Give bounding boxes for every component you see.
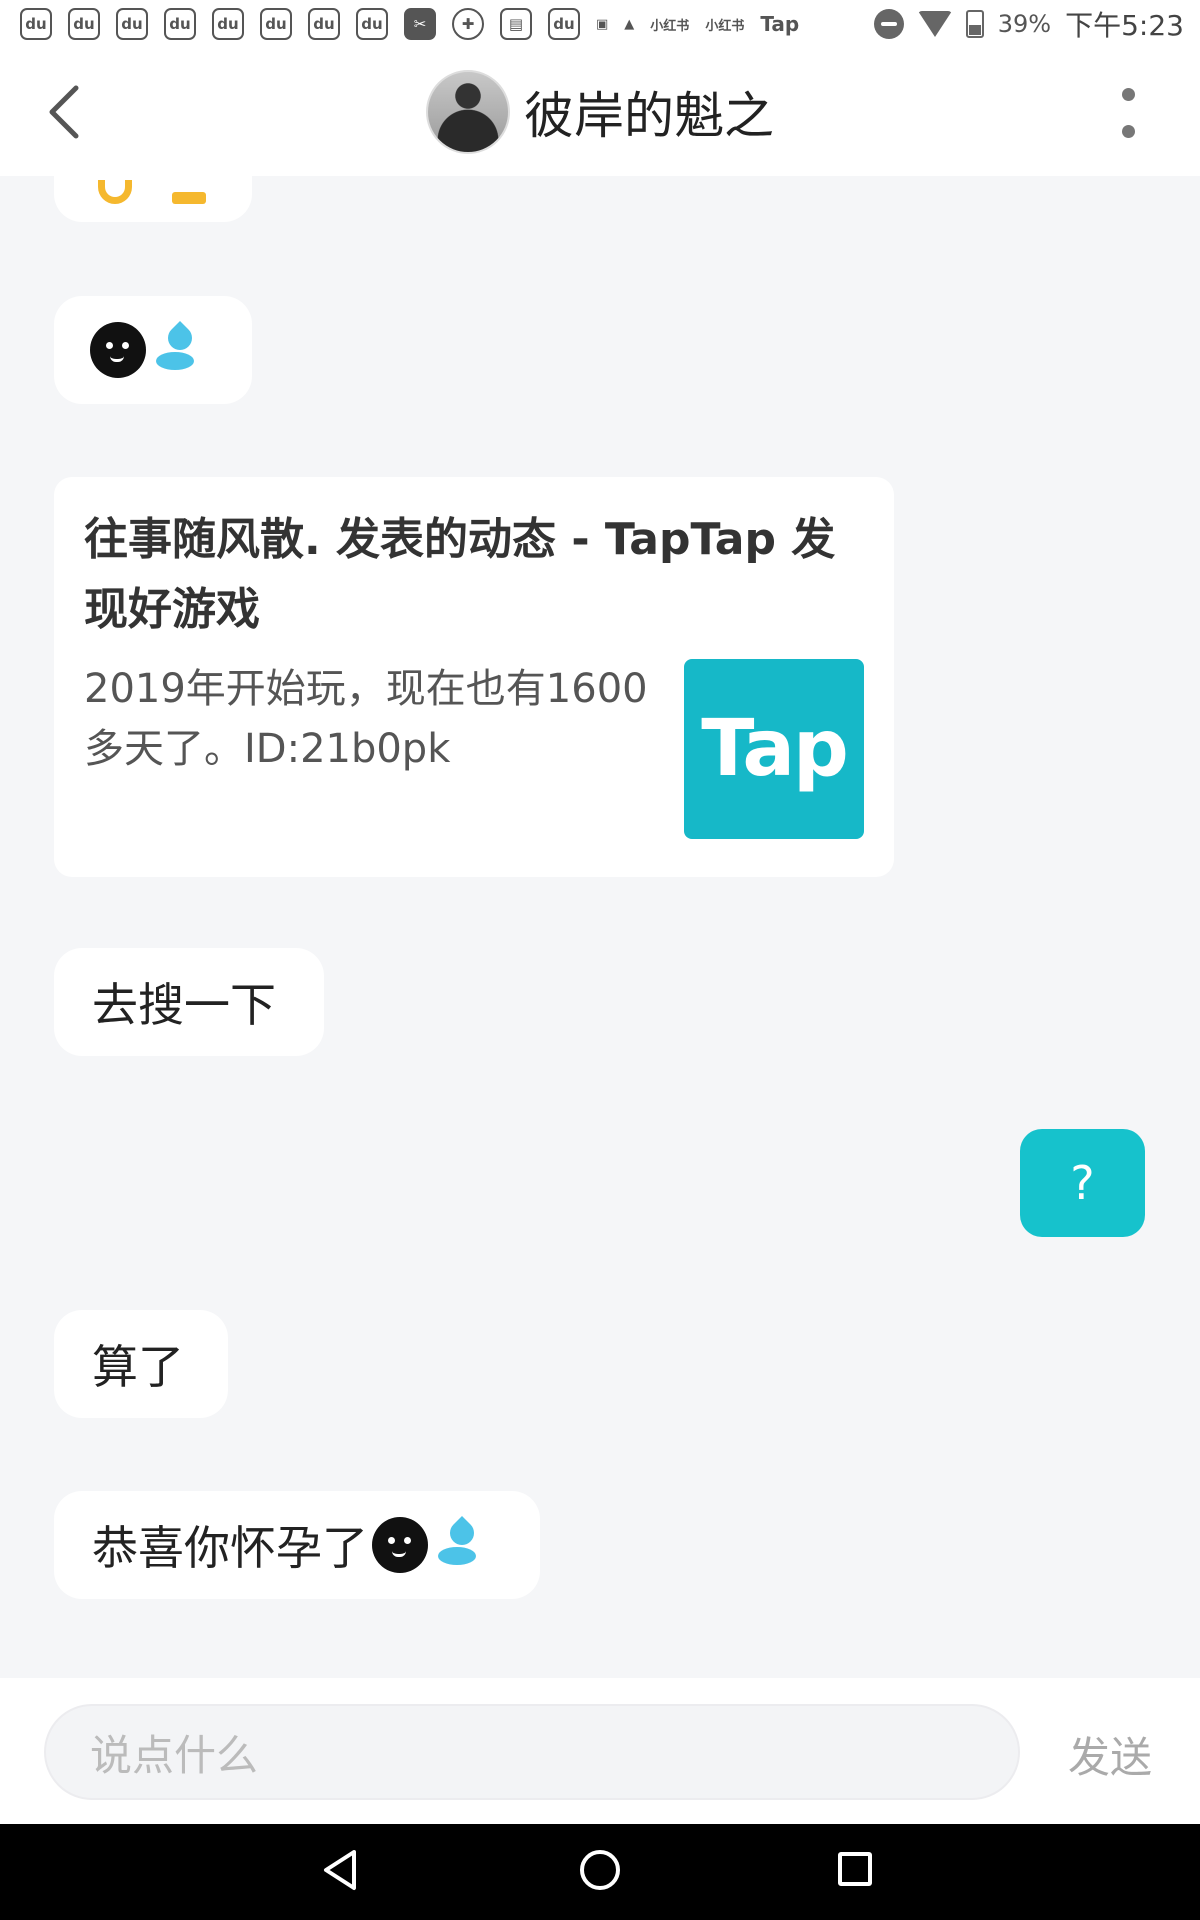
baidu-app-icon: du (20, 8, 52, 40)
taptap-logo-icon: Tap (684, 659, 864, 839)
plus-app-icon: ✚ (452, 8, 484, 40)
xiaohongshu-app-icon: 小红书 (650, 18, 690, 34)
emoji-partial-icon (98, 180, 132, 204)
message-input[interactable]: 说点什么 (44, 1704, 1020, 1800)
baidu-app-icon: du (308, 8, 340, 40)
nav-home-icon[interactable] (580, 1850, 620, 1890)
taptap-app-icon: Tap (760, 12, 800, 36)
message-input-placeholder: 说点什么 (90, 1730, 259, 1780)
capcut-app-icon: ✂ (404, 8, 436, 40)
composer-bar: 说点什么 发送 (0, 1678, 1200, 1824)
wifi-icon (917, 11, 952, 37)
baidu-app-icon: du (212, 8, 244, 40)
baidu-app-icon: du (116, 8, 148, 40)
black-face-emoji-icon (372, 1517, 428, 1573)
more-dot-icon (1121, 88, 1135, 101)
message-list[interactable]: 往事随风散. 发表的动态 - TapTap 发现好游戏 2019年开始玩，现在也… (0, 176, 1200, 1678)
link-card-description: 2019年开始玩，现在也有1600多天了。ID:21b0pk (84, 666, 648, 772)
black-face-emoji-icon (90, 322, 146, 378)
sent-message-bubble[interactable]: ? (1020, 1129, 1145, 1237)
peer-info[interactable]: 彼岸的魁之 (426, 70, 774, 154)
message-bubble-emoji[interactable] (54, 296, 252, 404)
baidu-app-icon: du (548, 8, 580, 40)
gift-app-icon: ▣ (596, 16, 609, 32)
message-text: 去搜一下 (92, 978, 276, 1032)
more-dot-icon (1121, 125, 1135, 138)
avatar[interactable] (426, 70, 510, 154)
link-card[interactable]: 往事随风散. 发表的动态 - TapTap 发现好游戏 2019年开始玩，现在也… (54, 477, 894, 877)
xiaohongshu-app-icon: 小红书 (705, 18, 745, 34)
sweat-drop-emoji-icon (156, 326, 196, 374)
baidu-app-icon: du (68, 8, 100, 40)
baidu-app-icon: du (260, 8, 292, 40)
battery-percent: 39% (997, 10, 1052, 38)
message-bubble-partial[interactable] (54, 176, 252, 222)
do-not-disturb-icon (873, 9, 904, 39)
message-text: 恭喜你怀孕了 (92, 1521, 368, 1575)
message-bubble[interactable]: 算了 (54, 1310, 228, 1418)
system-nav-bar (0, 1824, 1200, 1920)
back-button[interactable] (44, 84, 92, 140)
sweat-drop-emoji-icon (438, 1521, 478, 1569)
clock: 下午5:23 (1065, 9, 1184, 42)
emoji-partial-icon (172, 192, 206, 204)
message-bubble[interactable]: 去搜一下 (54, 948, 324, 1056)
document-app-icon: ▤ (500, 8, 532, 40)
gallery-app-icon: ▲ (624, 16, 635, 32)
baidu-app-icon: du (356, 8, 388, 40)
message-text: 算了 (92, 1340, 184, 1394)
notification-icons: du du du du du du du du ✂ ✚ ▤ du ▣ ▲ 小红书… (20, 8, 799, 40)
battery-icon (965, 10, 984, 38)
send-button[interactable]: 发送 (1068, 1724, 1152, 1785)
nav-recents-icon[interactable] (838, 1852, 872, 1886)
status-bar: du du du du du du du du ✂ ✚ ▤ du ▣ ▲ 小红书… (0, 0, 1200, 48)
message-text: ? (1070, 1156, 1095, 1210)
baidu-app-icon: du (164, 8, 196, 40)
link-card-title: 往事随风散. 发表的动态 - TapTap 发现好游戏 (84, 514, 836, 635)
page-title: 彼岸的魁之 (524, 87, 774, 145)
chevron-left-icon (49, 85, 79, 139)
chat-header: 彼岸的魁之 (0, 48, 1200, 176)
nav-back-icon[interactable] (320, 1848, 360, 1892)
message-bubble[interactable]: 恭喜你怀孕了 (54, 1491, 540, 1599)
more-options-button[interactable] (1118, 88, 1138, 138)
